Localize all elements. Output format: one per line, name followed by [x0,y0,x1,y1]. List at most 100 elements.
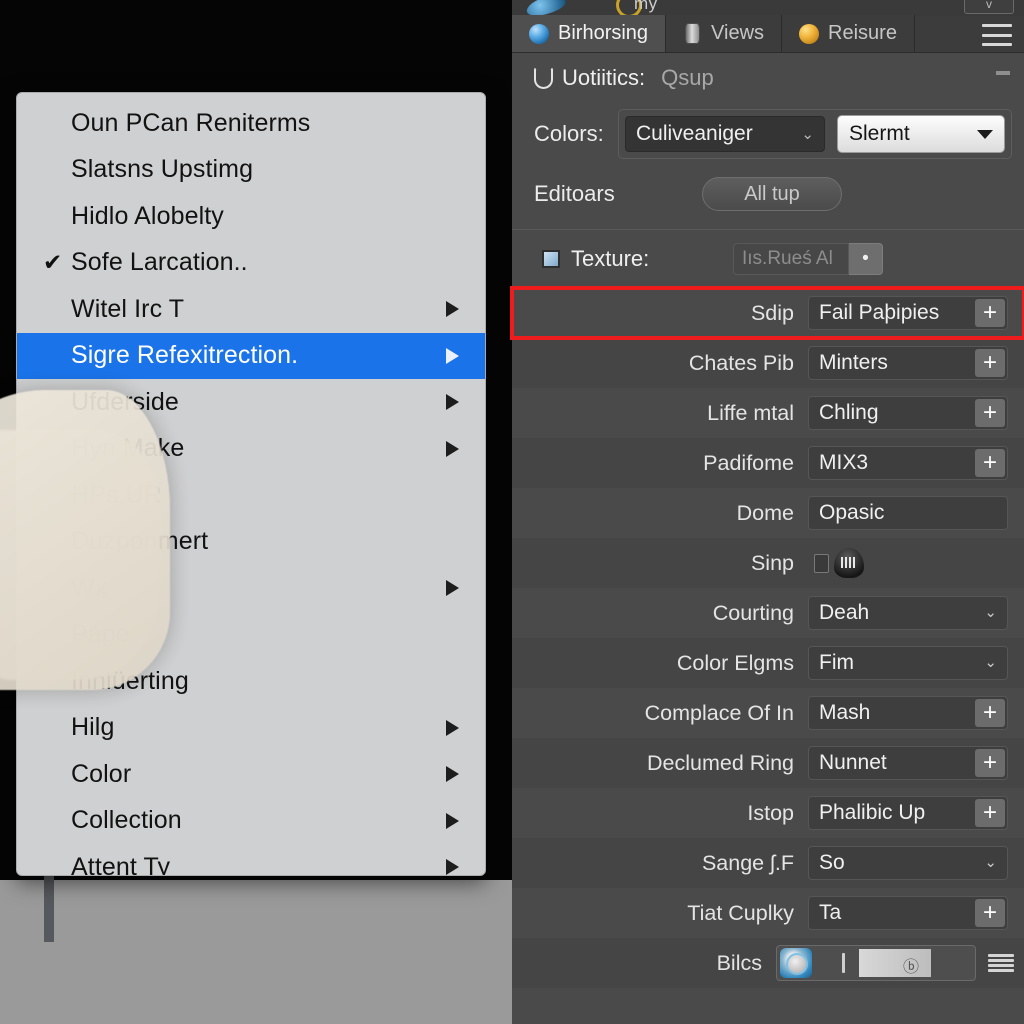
texture-row: Texture: Iıs.Rueś Al • [512,230,1024,288]
cylinder-icon [685,23,701,44]
bell-shape-icon[interactable] [834,548,864,578]
property-value: Ta [819,901,842,924]
texture-value: Iıs.Rueś Al [733,243,849,275]
panel-header-label: Uotiitics: [562,65,646,90]
blue-sphere-icon [529,23,549,44]
submenu-arrow-icon [446,440,459,457]
menu-item[interactable]: Witel Irc T [17,286,485,333]
property-row[interactable]: Complace Of In Mash + [512,688,1024,738]
editors-label: Editoars [534,181,615,206]
tab-birhorsing[interactable]: Birhorsing [512,15,667,52]
add-button[interactable]: + [975,699,1005,727]
property-row[interactable]: Chates Pib Minters + [512,338,1024,388]
colors-row: Colors: Culiveaniger ⌄ Slermt [512,103,1024,165]
property-label: Tiat Cuplky [687,900,794,925]
submenu-arrow-icon [446,394,459,411]
texture-field[interactable]: Iıs.Rueś Al • [733,243,883,275]
property-label: Istop [747,800,794,825]
check-icon: ✔ [43,248,63,275]
property-field[interactable]: Chling + [808,396,1008,430]
add-button[interactable]: + [975,799,1005,827]
tab-label: Views [711,22,765,44]
tab-reisure[interactable]: Reisure [782,15,915,52]
property-label: Sdip [750,300,794,325]
property-value: Opasic [819,501,885,524]
document-icon[interactable] [814,553,829,573]
property-label: Courting [712,600,794,625]
add-button[interactable]: + [975,749,1005,777]
property-row[interactable]: Tiat Cuplky Ta + [512,888,1024,938]
submenu-arrow-icon [446,812,459,829]
property-row[interactable]: Istop Phalibic Up + [512,788,1024,838]
tab-label: Reisure [828,22,897,44]
submenu-arrow-icon [446,719,459,736]
chevron-down-icon: ⌄ [984,854,997,872]
viewport-floor [0,880,512,1024]
bilcs-menu-icon[interactable] [988,954,1014,972]
property-field[interactable]: MIX3 + [808,446,1008,480]
panel-menu-icon[interactable] [982,24,1012,46]
property-field[interactable]: Mash + [808,696,1008,730]
property-row[interactable]: Sinp [512,538,1024,588]
menu-item-label: Attent Ty [71,852,171,876]
chevron-down-icon: ⌄ [801,126,814,143]
property-field[interactable]: So ⌄ [808,846,1008,880]
bilcs-composite-control[interactable] [776,945,976,981]
property-field[interactable]: Phalibic Up + [808,796,1008,830]
minimize-icon[interactable] [996,71,1010,75]
property-row[interactable]: Declumed Ring Nunnet + [512,738,1024,788]
property-field[interactable]: Fail Paþipies + [808,296,1008,330]
submenu-arrow-icon [446,580,459,597]
lens-icon[interactable] [780,948,812,978]
property-field[interactable]: Opasic [808,496,1008,530]
colors-label: Colors: [534,121,604,146]
property-label: Dome [736,500,794,525]
topbar-corner-button[interactable]: v [964,0,1014,14]
texture-dot-button[interactable]: • [849,243,883,275]
property-label: Sange ʃ.F [701,850,794,875]
menu-item[interactable]: Slatsns Upstimg [17,147,485,194]
viewport-object [0,390,170,690]
menu-item[interactable]: ✔ Sofe Larcation.. [17,240,485,287]
property-list: Sdip Fail Paþipies + Chates Pib Minters + Liff… [510,286,1024,988]
property-row[interactable]: Sange ʃ.F So ⌄ [512,838,1024,888]
gradient-bar[interactable] [859,949,931,977]
colors-select-dark[interactable]: Culiveaniger ⌄ [625,116,825,152]
property-row[interactable]: Sdip Fail Paþipies + [510,286,1024,340]
property-value: Chling [819,401,879,424]
property-field[interactable]: Fim ⌄ [808,646,1008,680]
menu-item[interactable]: Color [17,751,485,798]
sinp-icon-group[interactable] [808,548,1008,578]
property-field[interactable]: Nunnet + [808,746,1008,780]
add-button[interactable]: + [975,299,1005,327]
property-field[interactable]: Deah ⌄ [808,596,1008,630]
slider-handle[interactable] [842,953,845,973]
property-row[interactable]: Dome Opasic [512,488,1024,538]
tab-views[interactable]: Views [666,15,783,52]
property-value: Minters [819,351,888,374]
property-value: Mash [819,701,871,724]
menu-item[interactable]: Hilg [17,705,485,752]
property-label: Complace Of In [644,700,794,725]
menu-item[interactable]: Attent Ty [17,844,485,876]
bucket-icon [534,67,553,89]
property-row[interactable]: Courting Deah ⌄ [512,588,1024,638]
property-field[interactable]: Minters + [808,346,1008,380]
add-button[interactable]: + [975,449,1005,477]
menu-item[interactable]: Collection [17,798,485,845]
property-row[interactable]: Padifome MIX3 + [512,438,1024,488]
property-field[interactable]: Ta + [808,896,1008,930]
menu-item[interactable]: Hidlo Alobelty [17,193,485,240]
add-button[interactable]: + [975,899,1005,927]
all-tup-button[interactable]: All tup [702,177,842,211]
menu-item[interactable]: Sigre Refexitrection. [17,332,485,379]
add-button[interactable]: + [975,399,1005,427]
add-button[interactable]: + [975,349,1005,377]
screenshot-root: Oun PCan Reniterms Slatsns Upstimg Hidlo A… [0,0,1024,1024]
property-row[interactable]: Bilcs [512,938,1024,988]
colors-select-light[interactable]: Slermt [837,115,1005,153]
menu-item[interactable]: Oun PCan Reniterms [17,100,485,147]
property-row[interactable]: Liffe mtal Chling + [512,388,1024,438]
property-row[interactable]: Color Elgms Fim ⌄ [512,638,1024,688]
menu-item-label: Hidlo Alobelty [71,201,224,230]
